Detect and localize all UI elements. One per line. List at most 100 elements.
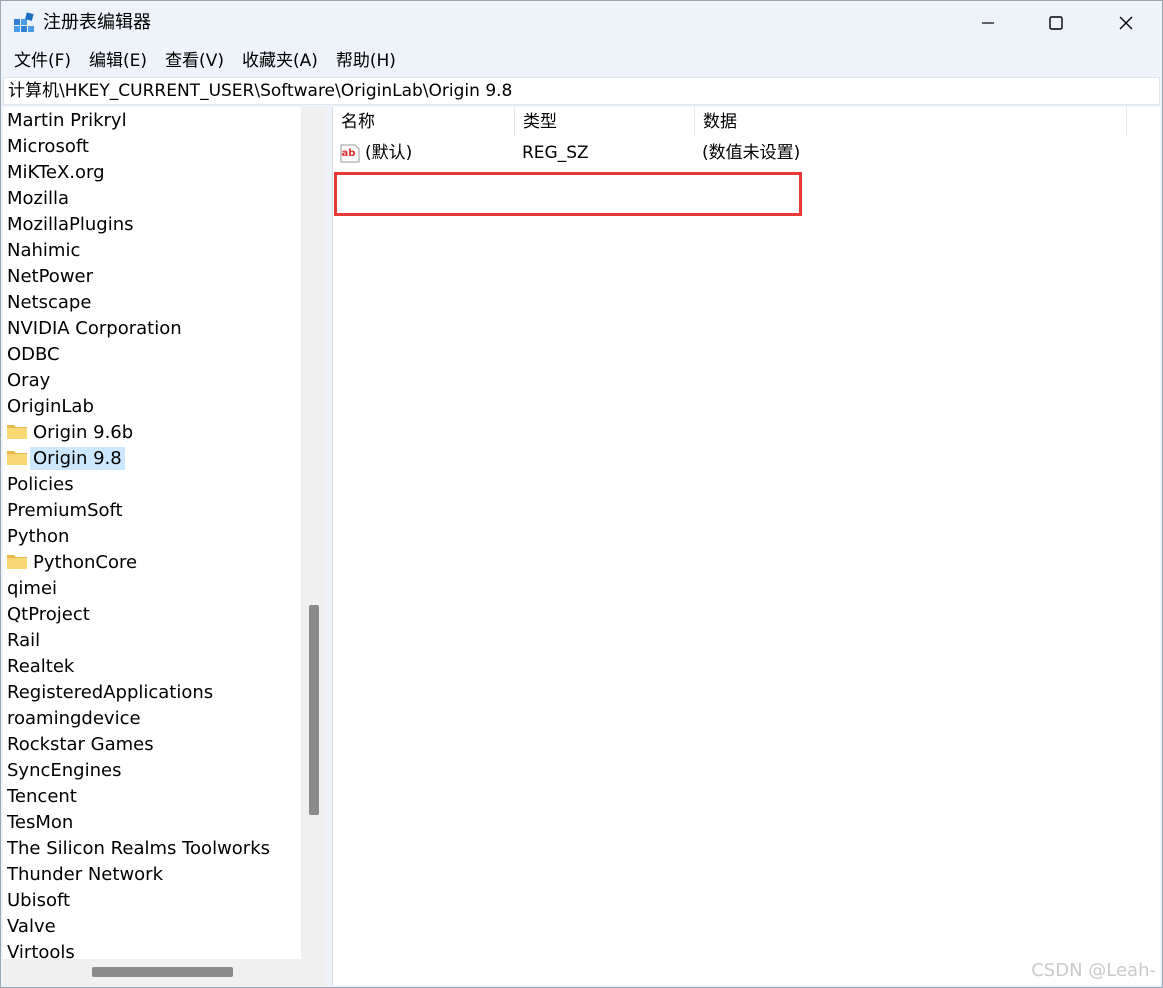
tree-item-label: RegisteredApplications (7, 682, 214, 703)
tree-item[interactable]: MozillaPlugins (3, 212, 134, 238)
menu-help[interactable]: 帮助(H) (327, 47, 405, 75)
tree-item-label: MiKTeX.org (7, 162, 105, 183)
tree-item-label: NVIDIA Corporation (7, 318, 182, 339)
value-row-default[interactable]: ab (默认) REG_SZ (数值未设置) (333, 139, 1127, 167)
tree-horizontal-scroll-thumb[interactable] (92, 967, 233, 977)
watermark: CSDN @Leah- (1031, 960, 1156, 981)
tree-item[interactable]: Valve (3, 914, 56, 940)
tree-item[interactable]: Realtek (3, 654, 74, 680)
tree-item-label: Valve (7, 916, 56, 937)
menu-favorites[interactable]: 收藏夹(A) (233, 47, 327, 75)
minimize-button[interactable] (953, 1, 1023, 45)
column-type-header[interactable]: 类型 (515, 107, 695, 137)
window-title: 注册表编辑器 (43, 12, 151, 33)
tree-item[interactable]: Policies (3, 472, 74, 498)
tree-item-label: Realtek (7, 656, 75, 677)
tree-item[interactable]: Martin Prikryl (3, 108, 127, 134)
close-button[interactable] (1091, 1, 1161, 45)
tree-item-label: PremiumSoft (7, 500, 123, 521)
tree-item-label: Policies (7, 474, 74, 495)
tree-item[interactable]: roamingdevice (3, 706, 141, 732)
tree-item-label: Thunder Network (7, 864, 163, 885)
address-bar[interactable]: 计算机\HKEY_CURRENT_USER\Software\OriginLab… (3, 77, 1160, 105)
folder-icon (7, 555, 27, 569)
tree-item-label: TesMon (7, 812, 74, 833)
values-list-pane: 名称 类型 数据 ab (默认) REG_SZ (数值未设置) (332, 107, 1160, 985)
tree-item[interactable]: NVIDIA Corporation (3, 316, 182, 342)
menu-bar: 文件(F) 编辑(E) 查看(V) 收藏夹(A) 帮助(H) (1, 47, 1162, 75)
tree-item-label: OriginLab (7, 396, 94, 417)
tree-item[interactable]: QtProject (3, 602, 90, 628)
tree-item-label: qimei (7, 578, 58, 599)
tree-item-label: SyncEngines (7, 760, 122, 781)
tree-item[interactable]: NetPower (3, 264, 93, 290)
tree-item-label: Mozilla (7, 188, 70, 209)
tree-item[interactable]: Mozilla (3, 186, 69, 212)
menu-edit[interactable]: 编辑(E) (80, 47, 156, 75)
value-name: (默认) (365, 143, 413, 163)
tree-item[interactable]: RegisteredApplications (3, 680, 213, 706)
values-list-header: 名称 类型 数据 (333, 107, 1127, 137)
tree-item-label: NetPower (7, 266, 94, 287)
title-bar[interactable]: 注册表编辑器 (1, 1, 1162, 45)
tree-item-label: roamingdevice (7, 708, 141, 729)
menu-file[interactable]: 文件(F) (5, 47, 80, 75)
tree-item-label: Nahimic (7, 240, 81, 261)
tree-vertical-scroll-thumb[interactable] (309, 605, 319, 815)
tree-item[interactable]: qimei (3, 576, 57, 602)
tree-item-label: Microsoft (7, 136, 89, 157)
tree-item[interactable]: Rockstar Games (3, 732, 154, 758)
folder-icon (7, 451, 27, 465)
column-name-header[interactable]: 名称 (333, 107, 515, 137)
column-data-header[interactable]: 数据 (695, 107, 1127, 137)
tree-item[interactable]: Rail (3, 628, 40, 654)
tree-item-label: Ubisoft (7, 890, 71, 911)
tree-item-label: QtProject (7, 604, 90, 625)
tree-item-label: Tencent (7, 786, 77, 807)
tree-item[interactable]: PremiumSoft (3, 498, 123, 524)
tree-item-label: MozillaPlugins (7, 214, 134, 235)
tree-item-label: Martin Prikryl (7, 110, 127, 131)
tree-item[interactable]: Ubisoft (3, 888, 70, 914)
value-type: REG_SZ (522, 143, 589, 163)
tree-item-label: The Silicon Realms Toolworks (7, 838, 271, 859)
string-value-icon: ab (340, 144, 360, 163)
tree-item-label: Rail (7, 630, 41, 651)
tree-item[interactable]: Thunder Network (3, 862, 163, 888)
minimize-icon (982, 22, 994, 24)
tree-item-label: PythonCore (33, 552, 138, 573)
scrollbar-corner (301, 959, 326, 987)
tree-item-label: Oray (7, 370, 51, 391)
registry-editor-app-icon (14, 12, 34, 32)
tree-item[interactable]: Microsoft (3, 134, 89, 160)
tree-item-label: Netscape (7, 292, 92, 313)
svg-text:ab: ab (342, 148, 356, 159)
tree-item[interactable]: Origin 9.6b (3, 420, 133, 446)
tree-item[interactable]: PythonCore (3, 550, 137, 576)
folder-icon (7, 425, 27, 439)
tree-item[interactable]: Origin 9.8 (3, 446, 125, 472)
annotation-highlight-box (334, 172, 802, 216)
tree-item-label: ODBC (7, 344, 60, 365)
tree-item[interactable]: Python (3, 524, 69, 550)
tree-item[interactable]: MiKTeX.org (3, 160, 105, 186)
value-data: (数值未设置) (702, 143, 801, 163)
tree-item[interactable]: TesMon (3, 810, 73, 836)
key-tree-pane: Martin Prikryl Microsoft MiKTeX.org Mozilla… (3, 107, 326, 987)
tree-item[interactable]: Netscape (3, 290, 91, 316)
close-icon (1119, 16, 1133, 30)
tree-item[interactable]: Nahimic (3, 238, 80, 264)
tree-vertical-scrollbar[interactable] (301, 107, 326, 959)
tree-item[interactable]: Tencent (3, 784, 77, 810)
tree-item-label: Origin 9.6b (33, 422, 134, 443)
maximize-icon (1049, 16, 1063, 30)
menu-view[interactable]: 查看(V) (156, 47, 233, 75)
tree-item-label: Origin 9.8 (30, 447, 125, 470)
tree-item[interactable]: Oray (3, 368, 50, 394)
maximize-button[interactable] (1021, 1, 1091, 45)
tree-item[interactable]: ODBC (3, 342, 60, 368)
tree-item[interactable]: SyncEngines (3, 758, 121, 784)
tree-item[interactable]: The Silicon Realms Toolworks (3, 836, 270, 862)
regedit-window: 注册表编辑器 文件(F) 编辑(E) 查看(V) 收藏夹(A) 帮助(H) 计算… (0, 0, 1163, 988)
tree-item[interactable]: OriginLab (3, 394, 94, 420)
